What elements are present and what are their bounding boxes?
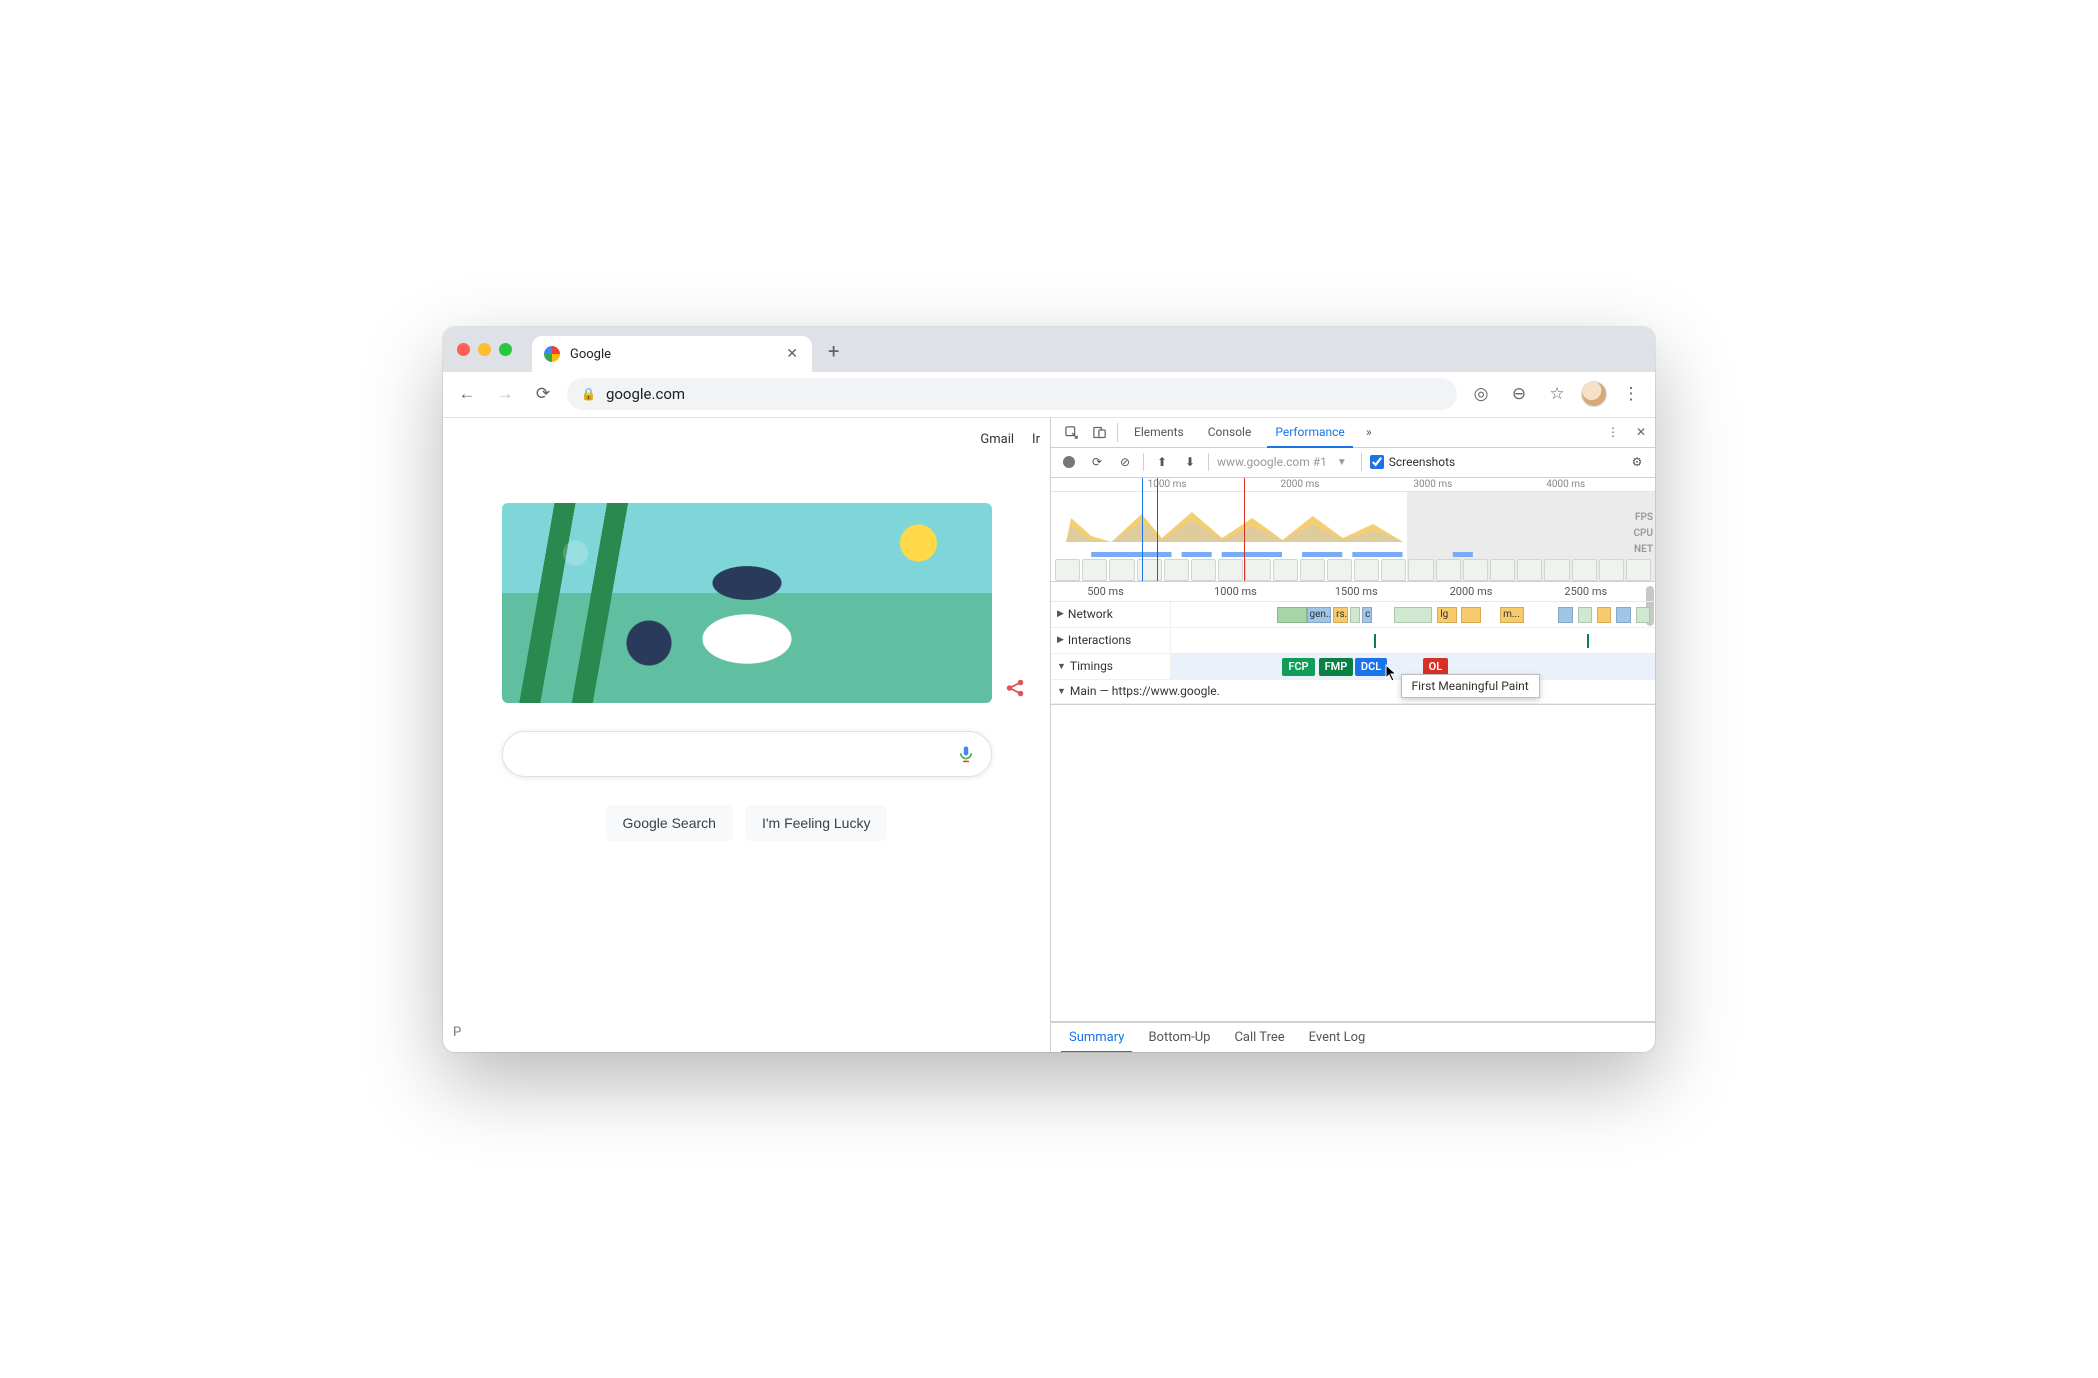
more-tabs-icon[interactable]: » (1357, 418, 1381, 447)
device-toolbar-icon[interactable] (1085, 418, 1113, 447)
performance-tracks[interactable]: 500 ms1000 ms1500 ms2000 ms2500 ms ▶Netw… (1051, 582, 1655, 1022)
forward-button[interactable]: → (491, 380, 519, 408)
browser-tab[interactable]: Google ✕ (532, 336, 812, 372)
chevron-down-icon[interactable]: ▼ (1057, 686, 1066, 697)
bookmark-star-icon[interactable]: ☆ (1543, 380, 1571, 408)
tooltip: First Meaningful Paint (1401, 674, 1540, 698)
screenshots-label: Screenshots (1389, 455, 1455, 469)
mic-icon[interactable] (957, 742, 975, 766)
google-search-input[interactable] (502, 731, 992, 777)
google-top-links: Gmail Ir (980, 432, 1040, 447)
feeling-lucky-button[interactable]: I'm Feeling Lucky (745, 805, 888, 841)
timeline-ruler: 500 ms1000 ms1500 ms2000 ms2500 ms (1051, 582, 1655, 602)
browser-menu-icon[interactable]: ⋮ (1617, 380, 1645, 408)
devtools-close-icon[interactable]: ✕ (1627, 418, 1655, 447)
target-icon[interactable]: ◎ (1467, 380, 1495, 408)
chevron-right-icon[interactable]: ▶ (1057, 609, 1064, 619)
url-text: google.com (606, 385, 685, 403)
tab-favicon (544, 346, 560, 362)
chevron-right-icon[interactable]: ▶ (1057, 635, 1064, 645)
performance-toolbar: ⟳ ⊘ ⬆ ⬇ www.google.com #1 ▼ Screenshots … (1051, 448, 1655, 478)
tab-elements[interactable]: Elements (1122, 418, 1196, 447)
devtools-menu-icon[interactable]: ⋮ (1599, 418, 1627, 447)
tab-strip: Google ✕ + (443, 327, 1655, 372)
new-tab-button[interactable]: + (828, 339, 839, 363)
profile-name[interactable]: www.google.com #1 (1217, 455, 1327, 469)
tab-summary[interactable]: Summary (1057, 1023, 1136, 1052)
save-profile-icon[interactable]: ⬇ (1180, 452, 1200, 472)
tab-event-log[interactable]: Event Log (1297, 1023, 1378, 1052)
tab-title: Google (570, 347, 776, 362)
zoom-out-icon[interactable]: ⊖ (1505, 380, 1533, 408)
minimize-window-button[interactable] (478, 343, 491, 356)
devtools-tabstrip: Elements Console Performance » ⋮ ✕ (1051, 418, 1655, 448)
overview-lane-labels: FPS CPU NET (1633, 510, 1653, 558)
link-gmail[interactable]: Gmail (980, 432, 1014, 447)
lock-icon: 🔒 (581, 387, 596, 401)
page-cut-text: P (453, 1025, 461, 1040)
tab-performance[interactable]: Performance (1263, 418, 1356, 447)
chevron-down-icon[interactable]: ▼ (1057, 661, 1066, 672)
track-timings[interactable]: ▼Timings FCPFMPDCLOL (1051, 654, 1655, 680)
google-doodle[interactable] (502, 503, 992, 703)
reload-record-button[interactable]: ⟳ (1087, 452, 1107, 472)
close-window-button[interactable] (457, 343, 470, 356)
window-controls (457, 343, 512, 356)
maximize-window-button[interactable] (499, 343, 512, 356)
tab-console[interactable]: Console (1196, 418, 1264, 447)
settings-gear-icon[interactable]: ⚙ (1627, 452, 1647, 472)
tab-call-tree[interactable]: Call Tree (1222, 1023, 1296, 1052)
performance-overview[interactable]: 1000 ms2000 ms3000 ms4000 ms (1051, 478, 1655, 582)
google-search-button[interactable]: Google Search (606, 805, 733, 841)
link-images-cut[interactable]: Ir (1032, 432, 1040, 447)
cursor-icon (1385, 664, 1399, 682)
page-content: Gmail Ir Google Search I'm Feeling Lucky… (443, 418, 1050, 1052)
performance-bottom-tabs: Summary Bottom-Up Call Tree Event Log (1051, 1022, 1655, 1052)
screenshots-checkbox[interactable]: Screenshots (1370, 455, 1455, 469)
back-button[interactable]: ← (453, 380, 481, 408)
google-button-row: Google Search I'm Feeling Lucky (502, 805, 992, 841)
flame-chart[interactable] (1051, 704, 1655, 705)
share-icon[interactable] (1004, 677, 1026, 699)
track-network[interactable]: ▶Network gen..rs...clgm... (1051, 602, 1655, 628)
profile-avatar[interactable] (1581, 381, 1607, 407)
record-button[interactable] (1059, 452, 1079, 472)
load-profile-icon[interactable]: ⬆ (1152, 452, 1172, 472)
track-main[interactable]: ▼Main — https://www.google. (1051, 680, 1655, 704)
clear-button[interactable]: ⊘ (1115, 452, 1135, 472)
close-tab-button[interactable]: ✕ (786, 346, 798, 362)
tab-bottom-up[interactable]: Bottom-Up (1136, 1023, 1222, 1052)
address-bar[interactable]: 🔒 google.com (567, 378, 1457, 410)
inspect-element-icon[interactable] (1057, 418, 1085, 447)
devtools-panel: Elements Console Performance » ⋮ ✕ ⟳ ⊘ ⬆… (1050, 418, 1655, 1052)
profile-dropdown-icon[interactable]: ▼ (1337, 457, 1347, 468)
browser-window: Google ✕ + ← → ⟳ 🔒 google.com ◎ ⊖ ☆ ⋮ Gm… (443, 327, 1655, 1052)
browser-toolbar: ← → ⟳ 🔒 google.com ◎ ⊖ ☆ ⋮ (443, 372, 1655, 418)
track-interactions[interactable]: ▶Interactions (1051, 628, 1655, 654)
reload-button[interactable]: ⟳ (529, 380, 557, 408)
screenshots-checkbox-input[interactable] (1370, 455, 1384, 469)
